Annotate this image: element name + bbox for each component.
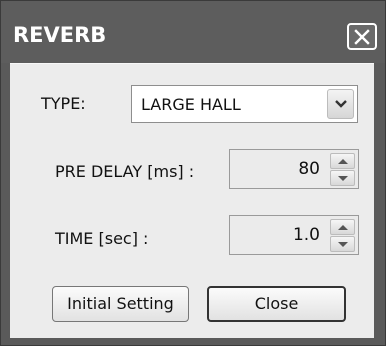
time-spinbox[interactable]: 1.0 xyxy=(229,215,359,255)
initial-setting-button[interactable]: Initial Setting xyxy=(52,286,189,322)
close-window-button[interactable] xyxy=(347,23,377,50)
type-dropdown-button[interactable] xyxy=(327,89,354,119)
type-selected-value: LARGE HALL xyxy=(141,95,241,114)
pre-delay-value[interactable]: 80 xyxy=(298,159,320,179)
pre-delay-spinbox[interactable]: 80 xyxy=(229,149,359,189)
type-label: TYPE: xyxy=(41,94,86,113)
pre-delay-label: PRE DELAY [ms] : xyxy=(55,162,195,181)
chevron-down-icon xyxy=(335,100,347,108)
pre-delay-decrement-button[interactable] xyxy=(330,170,355,186)
dialog-body: TYPE: LARGE HALL PRE DELAY [ms] : 80 TIM… xyxy=(10,63,374,338)
arrow-down-icon xyxy=(338,242,348,247)
arrow-up-icon xyxy=(338,159,348,164)
title-bar[interactable]: REVERB xyxy=(1,1,385,63)
close-button[interactable]: Close xyxy=(207,286,346,322)
type-dropdown[interactable]: LARGE HALL xyxy=(131,85,358,123)
close-x-icon xyxy=(354,29,370,45)
time-decrement-button[interactable] xyxy=(330,236,355,252)
time-increment-button[interactable] xyxy=(330,219,355,235)
arrow-up-icon xyxy=(338,225,348,230)
reverb-dialog: REVERB TYPE: LARGE HALL PRE DELAY [ms] :… xyxy=(0,0,386,346)
time-value[interactable]: 1.0 xyxy=(293,225,320,245)
pre-delay-increment-button[interactable] xyxy=(330,153,355,169)
dialog-title: REVERB xyxy=(13,23,107,47)
arrow-down-icon xyxy=(338,176,348,181)
time-label: TIME [sec] : xyxy=(55,229,149,248)
